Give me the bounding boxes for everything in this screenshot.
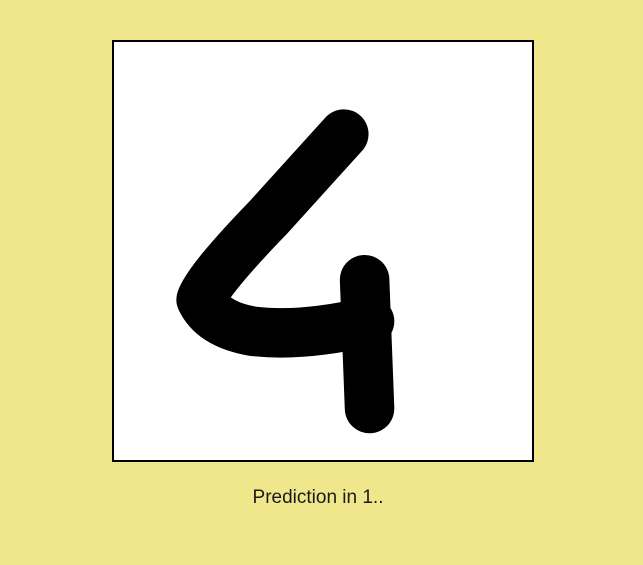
handwritten-digit-drawing (176, 109, 395, 434)
digit-stroke-vertical (339, 254, 395, 434)
drawing-canvas[interactable] (112, 40, 534, 462)
prediction-text: Prediction in 1.. (252, 487, 384, 508)
